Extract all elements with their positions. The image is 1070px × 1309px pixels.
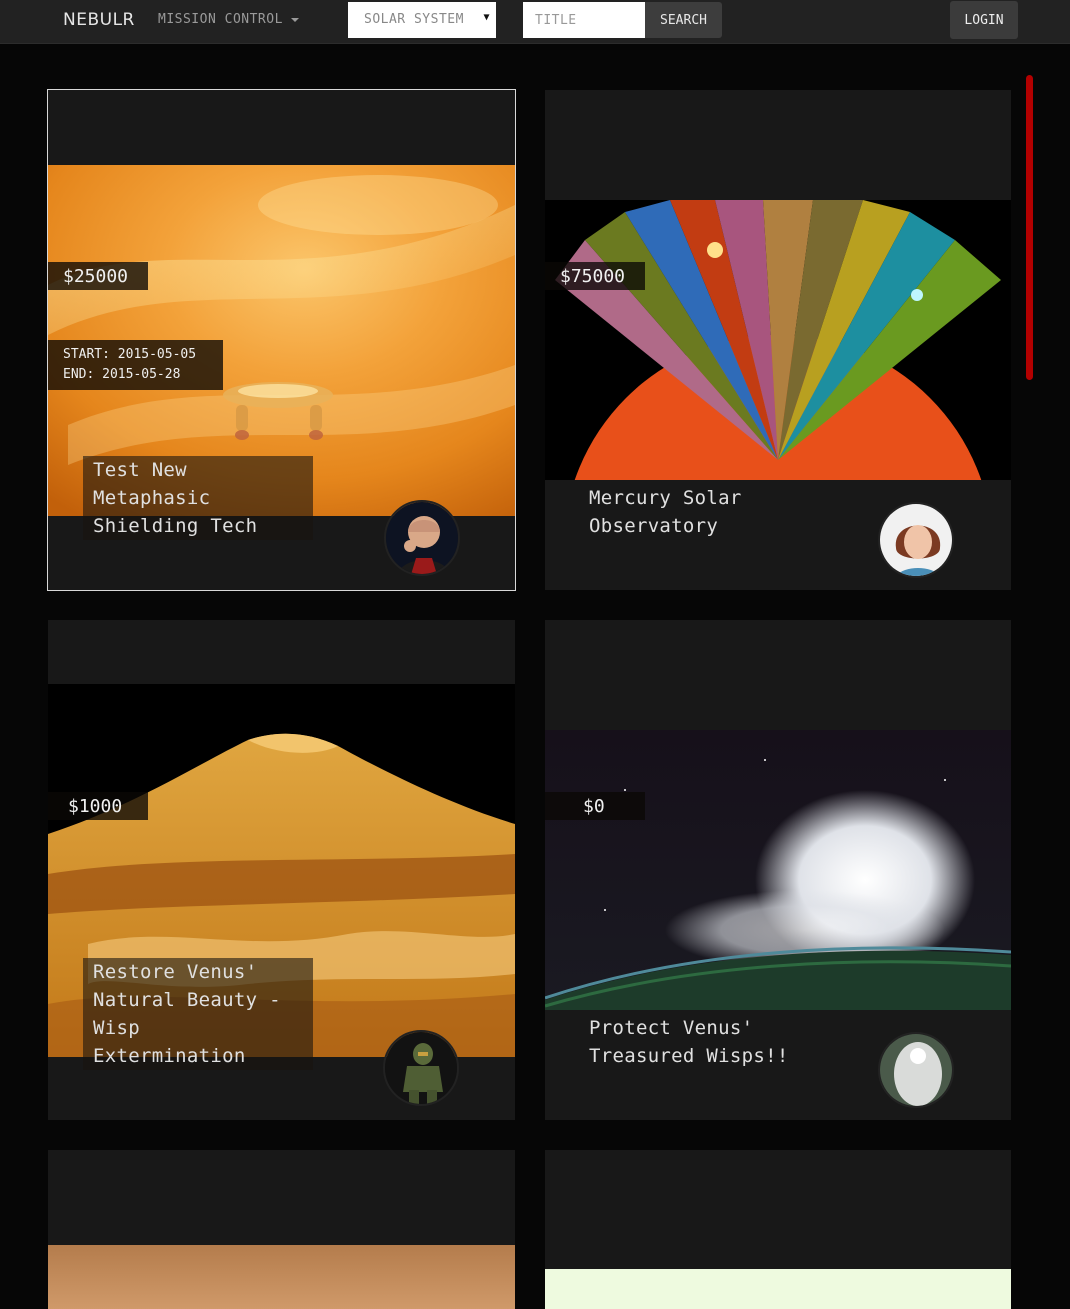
mission-dates-badge: START: 2015-05-05 END: 2015-05-28 bbox=[48, 340, 223, 390]
mission-photo-light bbox=[545, 1269, 1011, 1309]
dropdown-arrow-icon: ▼ bbox=[483, 12, 490, 23]
mission-control-menu[interactable]: MISSION CONTROL bbox=[158, 12, 299, 27]
title-search-input[interactable] bbox=[523, 2, 645, 38]
mission-photo-wisp bbox=[545, 730, 1011, 1010]
funding-goal-badge: $25000 bbox=[48, 262, 148, 290]
mission-card[interactable] bbox=[48, 1150, 515, 1309]
mission-card[interactable]: $25000 START: 2015-05-05 END: 2015-05-28… bbox=[47, 89, 516, 591]
start-date: START: 2015-05-05 bbox=[63, 347, 197, 362]
caret-down-icon bbox=[290, 17, 299, 22]
search-button[interactable]: SEARCH bbox=[645, 2, 722, 38]
mission-title[interactable]: Test New Metaphasic Shielding Tech bbox=[83, 456, 313, 540]
mission-card[interactable]: $0 Protect Venus' Treasured Wisps!! bbox=[545, 620, 1011, 1120]
scrollbar[interactable] bbox=[1026, 75, 1033, 380]
white-figure-avatar[interactable] bbox=[878, 1032, 954, 1108]
mission-photo-desert bbox=[48, 1245, 515, 1309]
funding-goal-badge: $1000 bbox=[48, 792, 148, 820]
mission-photo-sun-spectrum bbox=[545, 200, 1011, 480]
mission-title[interactable]: Mercury Solar Observatory bbox=[589, 484, 839, 540]
mission-card[interactable]: $75000 Mercury Solar Observatory bbox=[545, 90, 1011, 590]
mission-card[interactable] bbox=[545, 1150, 1011, 1309]
brand-logo[interactable]: NEBULR bbox=[63, 10, 135, 30]
mission-title[interactable]: Restore Venus' Natural Beauty - Wisp Ext… bbox=[83, 958, 313, 1070]
category-select-value: SOLAR SYSTEM bbox=[364, 12, 464, 27]
mission-control-label: MISSION CONTROL bbox=[158, 12, 283, 27]
category-select[interactable]: SOLAR SYSTEM ▼ bbox=[348, 2, 496, 38]
captain-avatar[interactable] bbox=[384, 500, 460, 576]
mission-card[interactable]: $1000 Restore Venus' Natural Beauty - Wi… bbox=[48, 620, 515, 1120]
funding-goal-badge: $75000 bbox=[545, 262, 645, 290]
login-button[interactable]: LOGIN bbox=[950, 1, 1018, 39]
woman-avatar[interactable] bbox=[878, 502, 954, 578]
navbar: NEBULR MISSION CONTROL SOLAR SYSTEM ▼ SE… bbox=[0, 0, 1070, 44]
funding-goal-badge: $0 bbox=[545, 792, 645, 820]
end-date: END: 2015-05-28 bbox=[63, 367, 181, 382]
mission-title[interactable]: Protect Venus' Treasured Wisps!! bbox=[589, 1014, 839, 1070]
armored-soldier-avatar[interactable] bbox=[383, 1030, 459, 1106]
